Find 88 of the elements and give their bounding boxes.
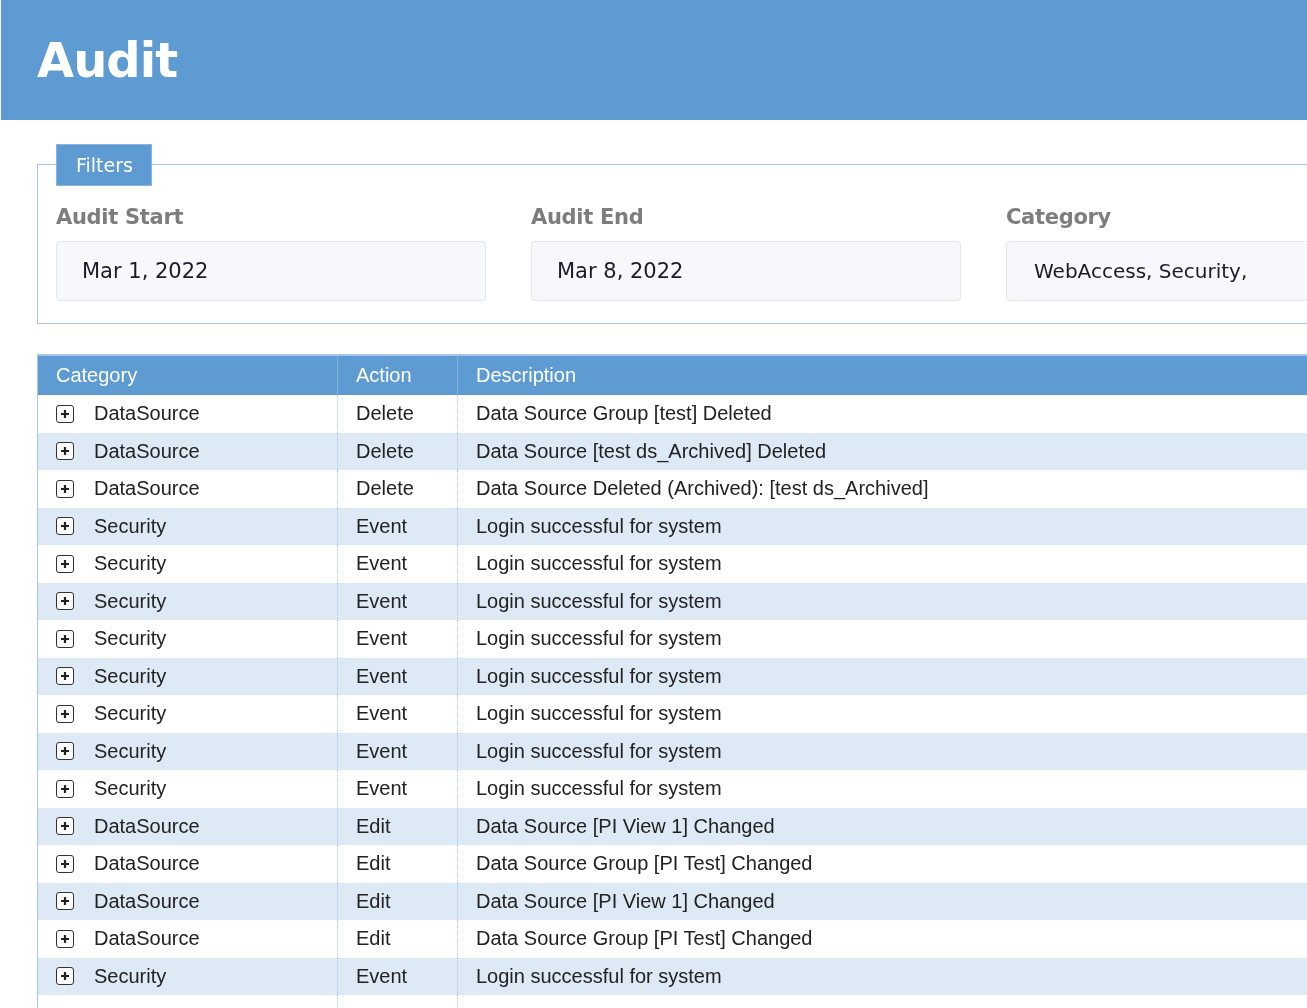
field-label: Audit End [531,205,645,229]
expand-button[interactable] [56,479,74,498]
plus-icon [60,596,70,607]
page-title: Audit [37,32,178,88]
table-cell: Event [356,552,408,576]
table-cell: Data Source [PI View 1] Changed [476,814,775,838]
table-cell: Login successful for system [476,739,722,763]
plus-icon [60,708,70,719]
input-field[interactable]: WebAccess, Security, [1006,241,1307,301]
table-cell: Event [356,777,408,801]
table-cell: Event [356,514,408,538]
expand-button[interactable] [56,667,74,686]
table-cell: Delete [356,477,414,501]
field-label: Audit Start [56,205,185,229]
plus-icon [60,483,70,494]
table-cell: Event [356,702,408,726]
expand-button[interactable] [56,629,74,648]
table-cell: Login successful for system [476,589,722,613]
field-label: Category [1006,205,1112,229]
table-cell: Data Source Group [test] Deleted [476,402,772,426]
table-cell: Delete [356,402,414,426]
expand-button[interactable] [56,404,74,423]
expand-button[interactable] [56,704,74,723]
expand-button[interactable] [56,854,74,873]
table-cell: Delete [356,439,414,463]
plus-icon [60,671,70,682]
plus-icon [60,521,70,532]
table-cell: Edit [356,927,391,951]
table-cell: Event [356,664,408,688]
table-cell: Login successful for system [476,702,722,726]
table-cell: Security [94,514,167,538]
table-cell: Security [94,739,167,763]
table-cell: Login successful for system [476,777,722,801]
table-cell: Data Source Group [PI Test] Changed [476,927,813,951]
table-cell: Login successful for system [476,964,722,988]
expand-button[interactable] [56,779,74,798]
table-cell: Security [94,664,167,688]
expand-button[interactable] [56,442,74,461]
table-cell: Security [94,589,167,613]
table-cell: Event [356,964,408,988]
table-cell: DataSource [94,439,200,463]
plus-icon [60,858,70,869]
table-cell: Security [94,627,167,651]
table-cell: Edit [356,889,391,913]
plus-icon [60,821,70,832]
table-cell: Data Source Group [PI Test] Changed [476,852,813,876]
plus-icon [60,933,70,944]
table-cell: DataSource [94,814,200,838]
expand-button[interactable] [56,929,74,948]
plus-icon [60,633,70,644]
table-cell: Login successful for system [476,627,722,651]
plus-icon [60,971,70,982]
expand-button[interactable] [56,967,74,986]
input-field[interactable]: Mar 8, 2022 [531,241,961,301]
table-cell: Security [94,552,167,576]
plus-icon [60,408,70,419]
plus-icon [60,896,70,907]
table-cell: Data Source Deleted (Archived): [test ds_Archived] [476,477,929,501]
table-cell: Event [356,589,408,613]
table-cell: Event [356,739,408,763]
expand-button[interactable] [56,817,74,836]
expand-button[interactable] [56,592,74,611]
plus-icon [60,446,70,457]
table-cell: DataSource [94,477,200,501]
input-field[interactable]: Mar 1, 2022 [56,241,486,301]
plus-icon [60,558,70,569]
table-cell: DataSource [94,927,200,951]
table-cell: Security [94,964,167,988]
table-cell: Security [94,777,167,801]
expand-button[interactable] [56,742,74,761]
plus-icon [60,783,70,794]
table-cell: Security [94,702,167,726]
expand-button[interactable] [56,554,74,573]
table-cell: DataSource [94,402,200,426]
expand-button[interactable] [56,892,74,911]
filters-legend: Filters [56,144,152,186]
table-cell: Data Source [test ds_Archived] Deleted [476,439,827,463]
expand-button[interactable] [56,517,74,536]
table-cell: Login successful for system [476,664,722,688]
table-cell: DataSource [94,852,200,876]
table-cell: Login successful for system [476,552,722,576]
table-cell: Edit [356,814,391,838]
plus-icon [60,746,70,757]
table-cell: Data Source [PI View 1] Changed [476,889,775,913]
table-cell: Event [356,627,408,651]
table-cell: DataSource [94,889,200,913]
table-cell: Login successful for system [476,514,722,538]
table-cell: Edit [356,852,391,876]
